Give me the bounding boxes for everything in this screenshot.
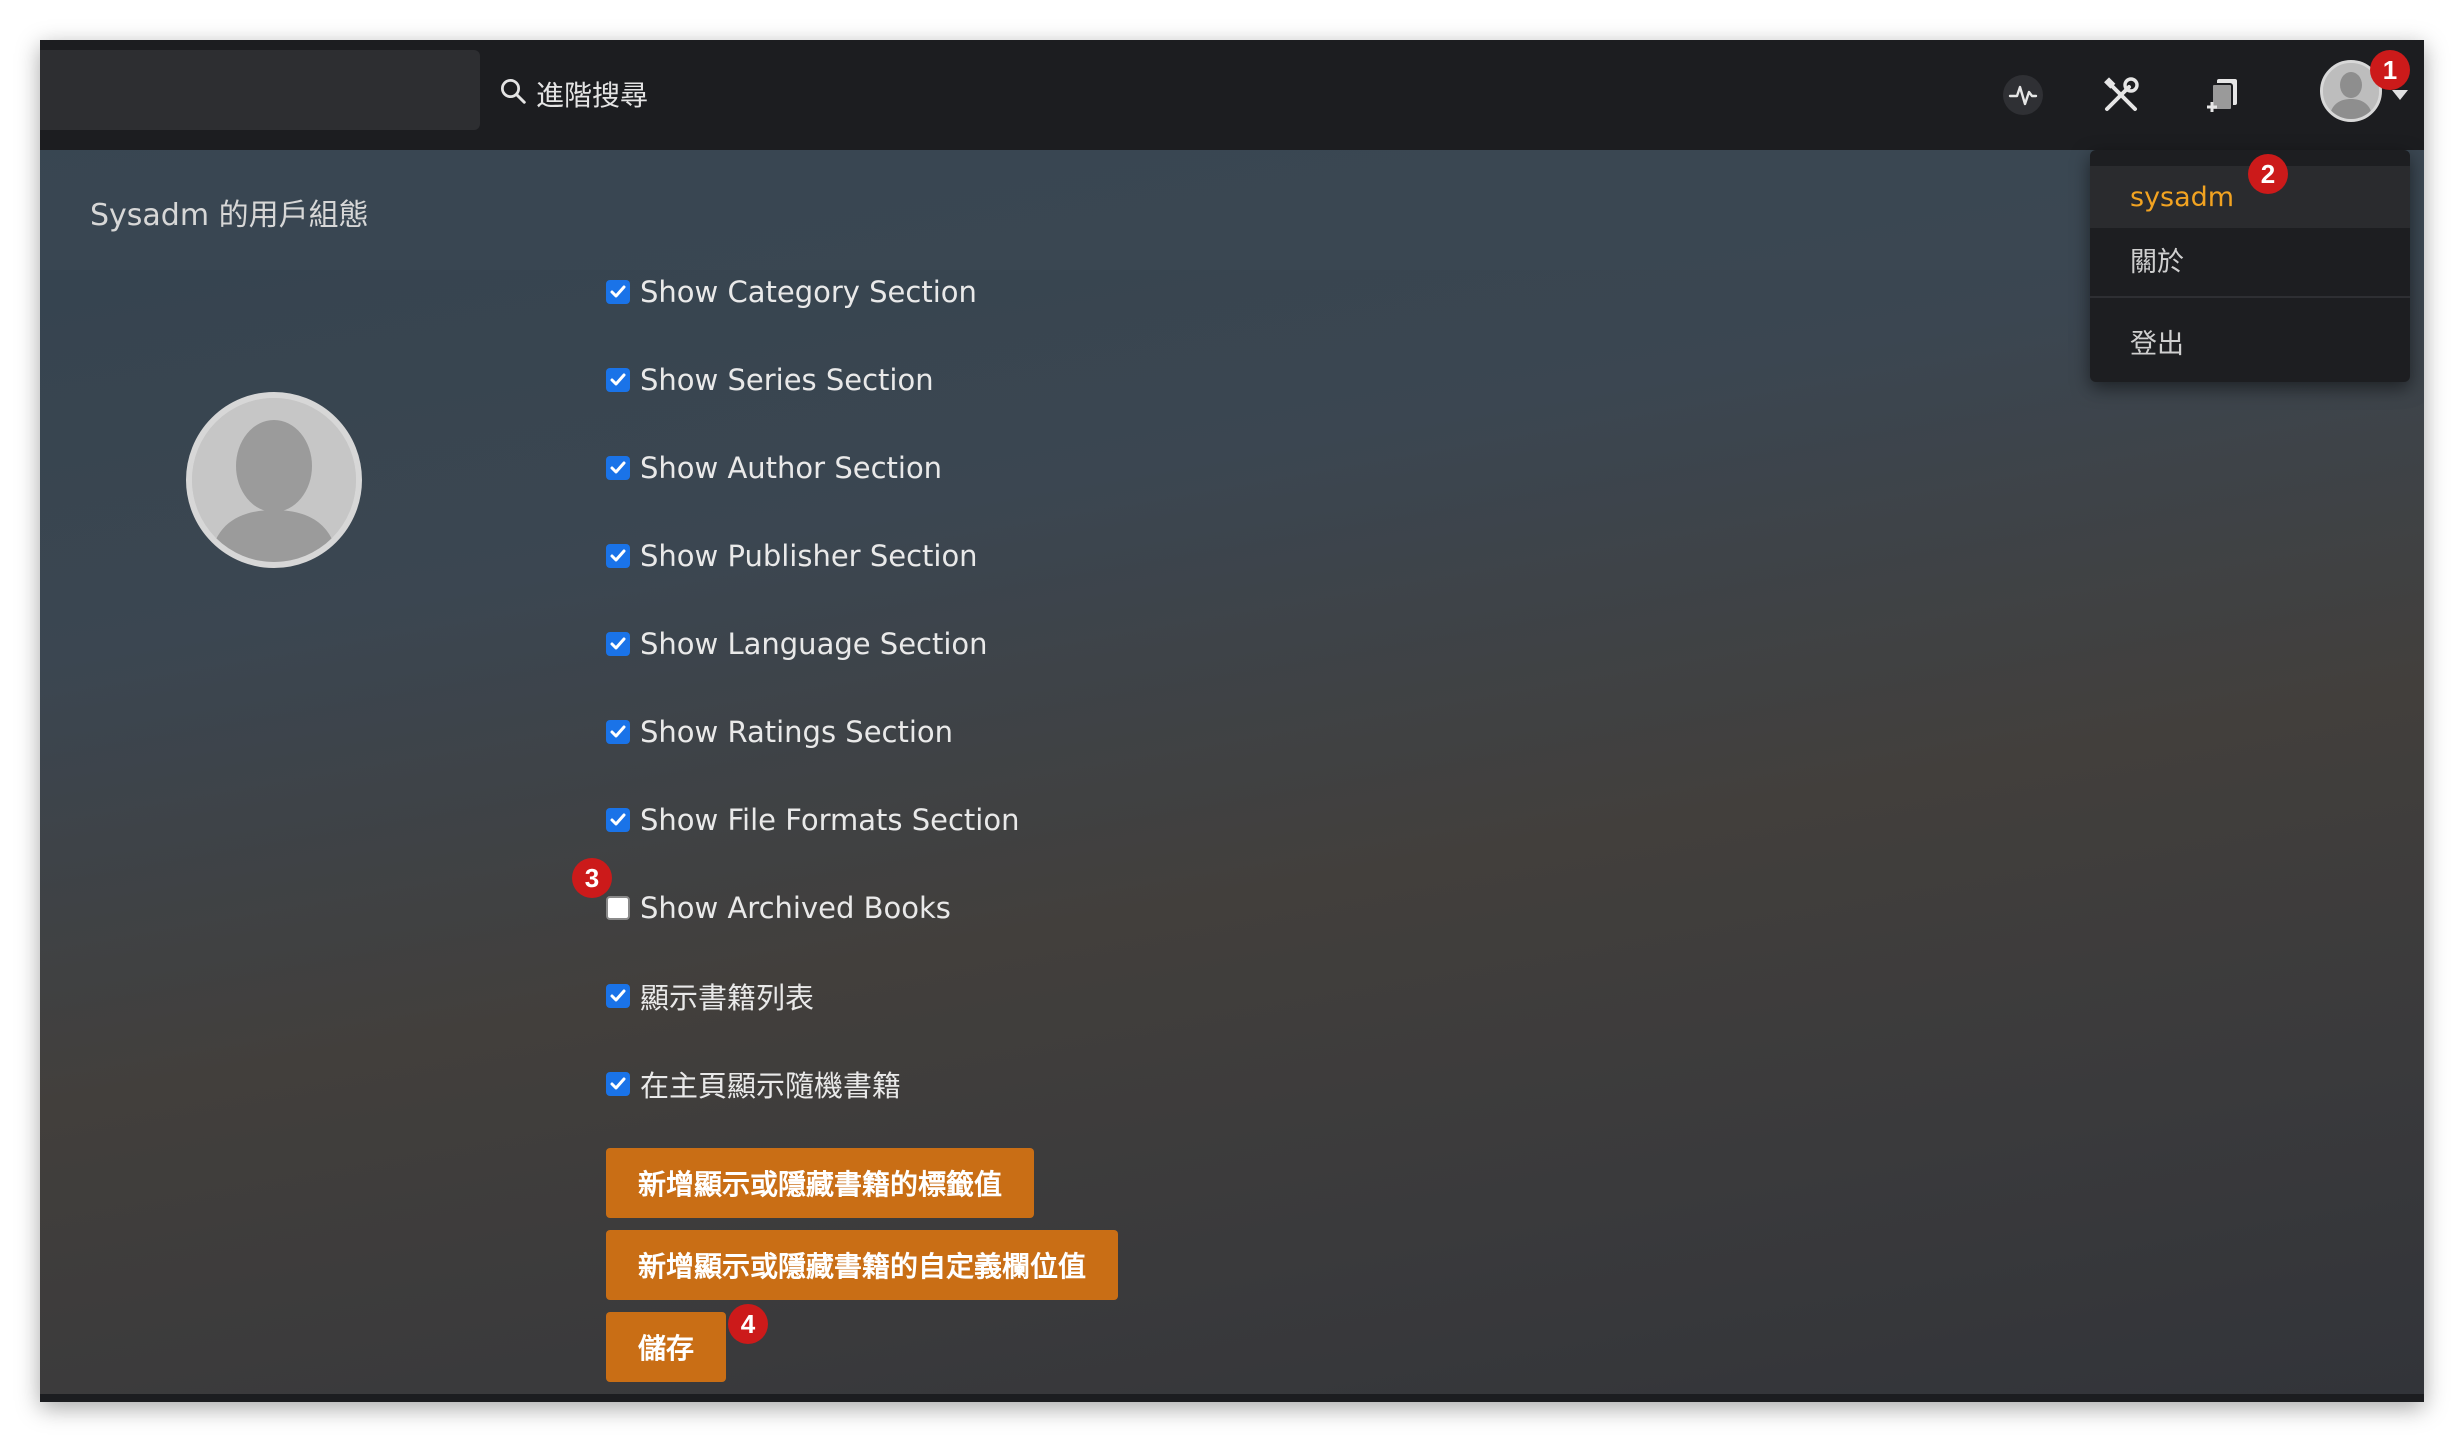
custom-column-visibility-button[interactable]: 新增顯示或隱藏書籍的自定義欄位值: [606, 1230, 1119, 1300]
advanced-search-label: 進階搜尋: [536, 79, 649, 112]
menu-item-logout[interactable]: 登出: [2090, 310, 2410, 372]
setting-label: Show Category Section: [640, 275, 977, 309]
setting-label: Show Publisher Section: [640, 539, 978, 573]
chevron-down-icon: [2392, 90, 2408, 100]
tag-visibility-button[interactable]: 新增顯示或隱藏書籍的標籤值: [606, 1148, 1035, 1218]
setting-label: Show Author Section: [640, 451, 943, 485]
top-navbar: 進階搜尋: [40, 40, 2424, 150]
setting-show-category[interactable]: Show Category Section: [606, 272, 977, 312]
app-window: 進階搜尋 1 Sysadm 的用戶組態 Show Category Sectio…: [40, 40, 2424, 1402]
user-dropdown-menu: sysadm 關於 登出: [2090, 150, 2410, 382]
setting-show-archived[interactable]: Show Archived Books: [606, 888, 951, 928]
setting-label: Show Series Section: [640, 363, 934, 397]
setting-label: Show File Formats Section: [640, 803, 1020, 837]
callout-badge-1: 1: [2370, 50, 2410, 90]
setting-label: 顯示書籍列表: [640, 981, 815, 1015]
profile-avatar: [186, 392, 362, 568]
menu-item-about[interactable]: 關於: [2090, 228, 2410, 290]
checkbox-checked[interactable]: [606, 984, 630, 1008]
page-title: Sysadm 的用戶組態: [90, 198, 369, 233]
callout-badge-3: 3: [572, 858, 612, 898]
setting-show-publisher[interactable]: Show Publisher Section: [606, 536, 978, 576]
save-button[interactable]: 儲存: [606, 1312, 727, 1382]
search-input[interactable]: [40, 50, 480, 130]
tools-icon[interactable]: [2094, 68, 2148, 122]
advanced-search-link[interactable]: 進階搜尋: [498, 64, 648, 124]
setting-label: Show Ratings Section: [640, 715, 954, 749]
checkbox-checked[interactable]: [606, 808, 630, 832]
setting-show-language[interactable]: Show Language Section: [606, 624, 988, 664]
checkbox-checked[interactable]: [606, 632, 630, 656]
setting-show-book-list[interactable]: 顯示書籍列表: [606, 976, 814, 1016]
setting-show-file-formats[interactable]: Show File Formats Section: [606, 800, 1019, 840]
checkbox-checked[interactable]: [606, 368, 630, 392]
checkbox-unchecked[interactable]: [606, 896, 630, 920]
setting-label: Show Archived Books: [640, 891, 951, 925]
activity-icon[interactable]: [1996, 68, 2050, 122]
checkbox-checked[interactable]: [606, 544, 630, 568]
checkbox-checked[interactable]: [606, 456, 630, 480]
setting-label: Show Language Section: [640, 627, 988, 661]
callout-badge-2: 2: [2248, 154, 2288, 194]
callout-badge-4: 4: [728, 1304, 768, 1344]
page-header: [40, 150, 2424, 270]
bottom-border: [40, 1394, 2424, 1402]
setting-show-ratings[interactable]: Show Ratings Section: [606, 712, 953, 752]
setting-show-random-books[interactable]: 在主頁顯示隨機書籍: [606, 1064, 901, 1104]
checkbox-checked[interactable]: [606, 1072, 630, 1096]
setting-label: 在主頁顯示隨機書籍: [640, 1069, 902, 1103]
add-book-icon[interactable]: [2196, 68, 2250, 122]
checkbox-checked[interactable]: [606, 280, 630, 304]
checkbox-checked[interactable]: [606, 720, 630, 744]
menu-divider: [2090, 296, 2410, 298]
setting-show-author[interactable]: Show Author Section: [606, 448, 942, 488]
setting-show-series[interactable]: Show Series Section: [606, 360, 934, 400]
search-icon: [498, 76, 528, 113]
